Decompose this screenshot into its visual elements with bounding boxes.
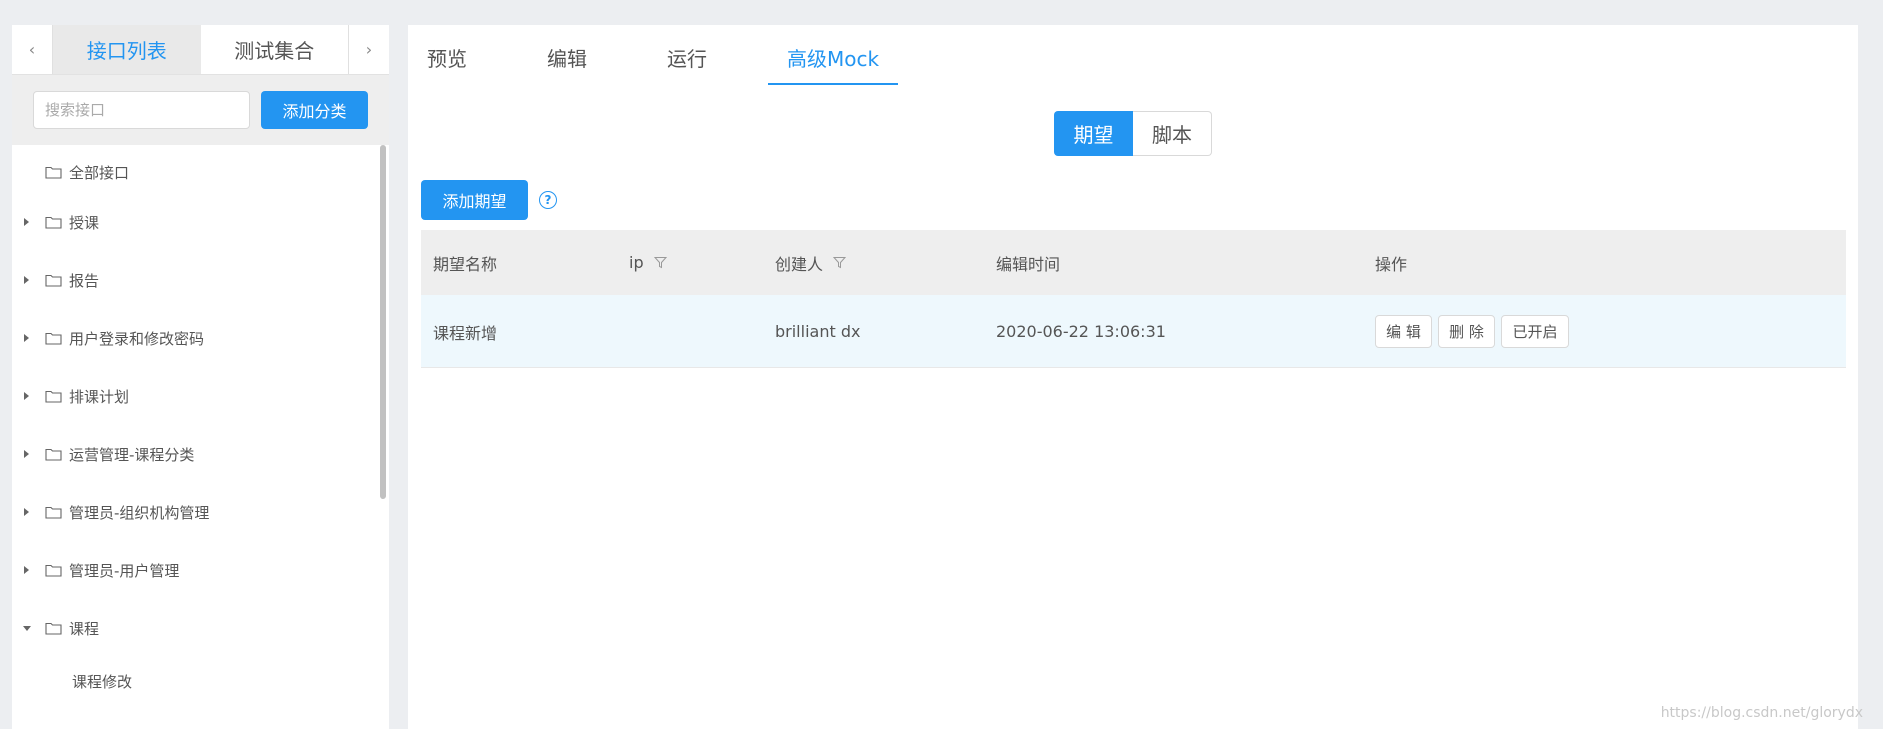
- column-header-edit-time: 编辑时间: [996, 230, 1060, 295]
- search-input[interactable]: [33, 91, 250, 129]
- folder-icon: [45, 564, 62, 577]
- folder-open-icon: [45, 622, 62, 635]
- folder-icon: [45, 448, 62, 461]
- mock-mode-switch: 期望 脚本: [1054, 111, 1212, 156]
- search-area: 添加分类: [12, 75, 389, 145]
- folder-icon: [45, 332, 62, 345]
- tree-item-label: 运营管理-课程分类: [69, 445, 195, 464]
- column-header-name: 期望名称: [433, 230, 497, 295]
- folder-icon: [45, 390, 62, 403]
- column-header-label: ip: [629, 253, 644, 272]
- tree-item-report[interactable]: 报告: [12, 265, 372, 295]
- enabled-toggle-button[interactable]: 已开启: [1501, 315, 1569, 348]
- sidebar-tabbar: ‹ 接口列表 测试集合 ›: [12, 25, 389, 75]
- segment-expectation[interactable]: 期望: [1054, 111, 1133, 156]
- tree-item-label: 报告: [69, 271, 100, 290]
- left-sidebar: ‹ 接口列表 测试集合 › 添加分类 全部接口 授课 报告 用户登录和修改密码: [12, 25, 389, 729]
- sidebar-scrollbar[interactable]: [380, 145, 386, 499]
- interface-tabs: 预览 编辑 运行 高级Mock: [408, 25, 1858, 85]
- tab-preview[interactable]: 预览: [427, 43, 467, 72]
- tree-item-label: 排课计划: [69, 387, 130, 406]
- tree-item-label: 管理员-用户管理: [69, 561, 180, 580]
- filter-icon[interactable]: [833, 256, 847, 269]
- caret-right-icon[interactable]: [23, 508, 31, 516]
- tree-item-schedule[interactable]: 排课计划: [12, 381, 372, 411]
- filter-icon[interactable]: [653, 256, 667, 269]
- tab-edit[interactable]: 编辑: [547, 43, 587, 72]
- tab-test-collection[interactable]: 测试集合: [200, 25, 348, 74]
- column-header-creator: 创建人: [775, 230, 847, 295]
- column-header-label: 操作: [1375, 254, 1408, 274]
- main-panel: 预览 编辑 运行 高级Mock 期望 脚本 添加期望 ? 期望名称 ip 创建人…: [408, 25, 1858, 729]
- caret-right-icon[interactable]: [23, 276, 31, 284]
- tree-item-course[interactable]: 课程: [12, 613, 372, 643]
- active-tab-indicator: [768, 83, 898, 85]
- next-tab-arrow[interactable]: ›: [348, 25, 389, 74]
- tree-item-teaching[interactable]: 授课: [12, 207, 372, 237]
- caret-down-icon[interactable]: [23, 624, 31, 632]
- folder-icon: [45, 274, 62, 287]
- caret-right-icon[interactable]: [23, 334, 31, 342]
- column-header-actions: 操作: [1375, 230, 1407, 295]
- tree-child-course-edit[interactable]: 课程修改: [72, 666, 132, 696]
- tab-run[interactable]: 运行: [667, 43, 707, 72]
- caret-right-icon[interactable]: [23, 392, 31, 400]
- delete-button[interactable]: 删 除: [1438, 315, 1495, 348]
- tree-item-label: 授课: [69, 213, 100, 232]
- add-category-button[interactable]: 添加分类: [261, 91, 368, 129]
- edit-button[interactable]: 编 辑: [1375, 315, 1432, 348]
- cell-name: 课程新增: [433, 323, 498, 343]
- cell-edit-time: 2020-06-22 13:06:31: [996, 322, 1166, 341]
- tree-item-label: 课程: [69, 619, 100, 638]
- caret-right-icon[interactable]: [23, 218, 31, 226]
- watermark: https://blog.csdn.net/glorydx: [1660, 705, 1863, 721]
- caret-right-icon[interactable]: [23, 566, 31, 574]
- cell-actions: 编 辑 删 除 已开启: [1375, 295, 1575, 368]
- add-expectation-button[interactable]: 添加期望: [421, 180, 528, 220]
- column-header-label: 期望名称: [433, 254, 498, 274]
- tree-item-label: 全部接口: [69, 163, 130, 182]
- folder-icon: [45, 506, 62, 519]
- tab-advanced-mock[interactable]: 高级Mock: [787, 43, 879, 72]
- column-header-label: 创建人: [775, 254, 824, 274]
- caret-right-icon[interactable]: [23, 450, 31, 458]
- cell-creator: brilliant dx: [775, 322, 861, 341]
- tree-item-login[interactable]: 用户登录和修改密码: [12, 323, 372, 353]
- segment-script[interactable]: 脚本: [1133, 111, 1212, 156]
- tab-interface-list[interactable]: 接口列表: [53, 25, 201, 74]
- tree-item-label: 用户登录和修改密码: [69, 329, 205, 348]
- column-header-label: 编辑时间: [996, 254, 1061, 274]
- table-row: 课程新增 brilliant dx 2020-06-22 13:06:31 编 …: [421, 295, 1846, 368]
- tree-item-label: 管理员-组织机构管理: [69, 503, 210, 522]
- column-header-ip: ip: [629, 230, 667, 295]
- prev-tab-arrow[interactable]: ‹: [12, 25, 53, 74]
- tree-item-admin-user[interactable]: 管理员-用户管理: [12, 555, 372, 585]
- interface-tree: 全部接口 授课 报告 用户登录和修改密码 排课计划 运营管理-课程分类 管理员-…: [12, 145, 377, 729]
- tree-item-admin-org[interactable]: 管理员-组织机构管理: [12, 497, 372, 527]
- expectation-table: 期望名称 ip 创建人 编辑时间 操作 课程新增 brilliant dx 20…: [421, 230, 1846, 368]
- folder-icon: [45, 216, 62, 229]
- folder-icon: [45, 166, 62, 179]
- tree-item-ops-category[interactable]: 运营管理-课程分类: [12, 439, 372, 469]
- help-icon[interactable]: ?: [539, 191, 557, 209]
- tree-item-all[interactable]: 全部接口: [12, 157, 372, 187]
- table-header: 期望名称 ip 创建人 编辑时间 操作: [421, 230, 1846, 295]
